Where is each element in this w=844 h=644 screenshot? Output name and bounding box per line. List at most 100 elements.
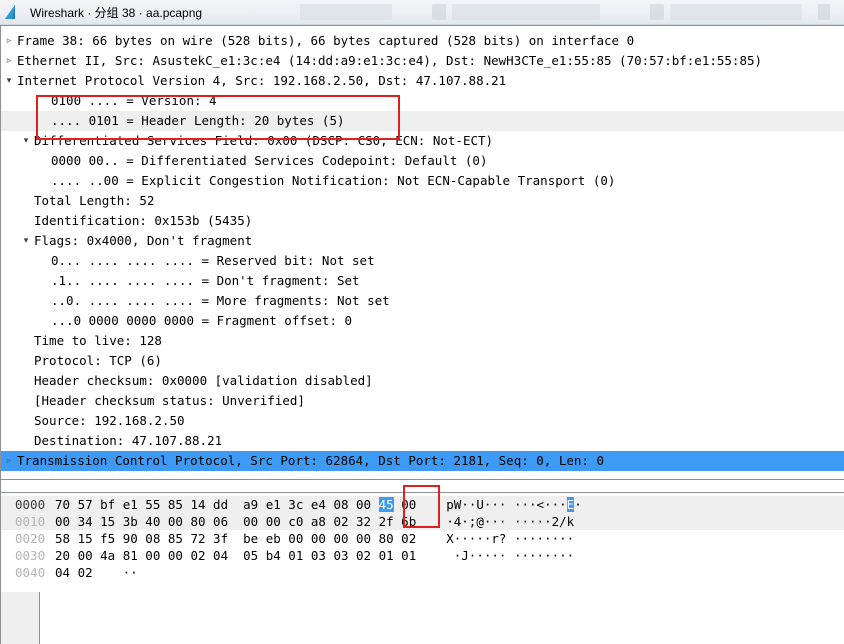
detail-tree-row[interactable]: Time to live: 128 [1,331,844,351]
pane-splitter[interactable] [0,479,844,492]
detail-tree-row-label: Protocol: TCP (6) [34,353,162,368]
hex-offset-label: 0040 [15,565,46,580]
hex-bytes-pre: 20 00 4a 81 00 00 02 04 05 b4 01 03 03 0… [55,548,417,563]
detail-tree-row-label: Header checksum: 0x0000 [validation disa… [34,373,373,388]
packet-bytes-pane[interactable]: 0000 70 57 bf e1 55 85 14 dd a9 e1 3c e4 … [0,485,844,592]
detail-tree-row[interactable]: ▹ Frame 38: 66 bytes on wire (528 bits), … [1,31,844,51]
detail-tree-row-label: Frame 38: 66 bytes on wire (528 bits), 6… [17,33,635,48]
background-window-ghost-2 [432,4,446,20]
detail-tree-row-label: Identification: 0x153b (5435) [34,213,253,228]
background-window-ghost-6 [818,4,830,20]
detail-tree-row[interactable]: .... 0101 = Header Length: 20 bytes (5) [1,111,844,131]
hex-ascii-pre: ·J····· ········ [446,548,575,563]
hex-bytes-pre: 58 15 f5 90 08 85 72 3f be eb 00 00 00 0… [55,531,417,546]
packet-detail-tree[interactable]: ▹ Frame 38: 66 bytes on wire (528 bits), … [1,31,844,471]
detail-tree-row[interactable]: Total Length: 52 [1,191,844,211]
background-window-ghost-5 [670,4,802,20]
hex-offset-label: 0010 [15,514,46,529]
background-window-ghost-4 [650,4,664,20]
background-window-ghost-3 [452,4,600,20]
detail-tree-row[interactable]: 0100 .... = Version: 4 [1,91,844,111]
window-title-bar: Wireshark · 分组 38 · aa.pcapng [0,0,844,25]
detail-tree-row[interactable]: ..0. .... .... .... = More fragments: No… [1,291,844,311]
detail-tree-row-label: .... 0101 = Header Length: 20 bytes (5) [51,113,345,128]
detail-tree-row[interactable]: Destination: 47.107.88.21 [1,431,844,451]
detail-tree-row[interactable]: ...0 0000 0000 0000 = Fragment offset: 0 [1,311,844,331]
detail-tree-row[interactable]: Header checksum: 0x0000 [validation disa… [1,371,844,391]
window-title: Wireshark · 分组 38 · aa.pcapng [30,5,203,20]
detail-tree-row[interactable]: 0... .... .... .... = Reserved bit: Not … [1,251,844,271]
hex-ascii[interactable]: ·J····· ········ [446,547,574,564]
hex-bytes[interactable]: 70 57 bf e1 55 85 14 dd a9 e1 3c e4 08 0… [55,496,416,513]
hex-bytes-pre: 04 02 [55,565,93,580]
detail-tree-row-label: ..0. .... .... .... = More fragments: No… [51,293,390,308]
chevron-down-icon[interactable]: ▾ [18,231,34,251]
detail-tree-row-label: [Header checksum status: Unverified] [34,393,305,408]
splitter-left-border [0,479,1,492]
status-area [0,592,844,644]
detail-tree-row-label: Internet Protocol Version 4, Src: 192.16… [17,73,507,88]
hex-offset-label: 0000 [15,497,46,512]
hex-dump-row[interactable]: 0020 58 15 f5 90 08 85 72 3f be eb 00 00 … [1,530,844,547]
hex-bytes[interactable]: 04 02 [55,564,93,581]
chevron-right-icon[interactable]: ▹ [1,51,17,71]
splitter-line [0,479,844,480]
detail-tree-row-label: Destination: 47.107.88.21 [34,433,223,448]
detail-tree-row-label: Transmission Control Protocol, Src Port:… [17,453,604,468]
hex-dump-row[interactable]: 0030 20 00 4a 81 00 00 02 04 05 b4 01 03 … [1,547,844,564]
hex-bytes[interactable]: 58 15 f5 90 08 85 72 3f be eb 00 00 00 0… [55,530,416,547]
chevron-down-icon[interactable]: ▾ [18,131,34,151]
detail-tree-row-label: Differentiated Services Field: 0x00 (DSC… [34,133,494,148]
detail-tree-row[interactable]: Identification: 0x153b (5435) [1,211,844,231]
detail-tree-row-label: Source: 192.168.2.50 [34,413,185,428]
detail-tree-row[interactable]: 0000 00.. = Differentiated Services Code… [1,151,844,171]
detail-tree-row-label: 0... .... .... .... = Reserved bit: Not … [51,253,375,268]
detail-tree-row[interactable]: ▾ Flags: 0x4000, Don't fragment [1,231,844,251]
hex-bytes[interactable]: 00 34 15 3b 40 00 80 06 00 00 c0 a8 02 3… [55,513,416,530]
hex-ascii-pre: ·4·;@··· ·····2/k [446,514,575,529]
hex-bytes-pre: 00 34 15 3b 40 00 80 06 00 00 c0 a8 02 3… [55,514,417,529]
detail-tree-row[interactable]: Source: 192.168.2.50 [1,411,844,431]
hex-bytes-post: 00 [393,497,417,512]
detail-tree-row[interactable]: ▾ Differentiated Services Field: 0x00 (DS… [1,131,844,151]
hex-ascii[interactable]: ·· [123,564,138,581]
chevron-right-icon[interactable]: ▹ [1,31,17,51]
hex-ascii-pre: ·· [122,565,138,580]
packet-details-pane[interactable]: ▹ Frame 38: 66 bytes on wire (528 bits), … [0,25,844,479]
hex-bytes-pre: 70 57 bf e1 55 85 14 dd a9 e1 3c e4 08 0… [55,497,379,512]
detail-tree-row-label: .1.. .... .... .... = Don't fragment: Se… [51,273,360,288]
hex-offset-label: 0030 [15,548,46,563]
detail-tree-row-label: Total Length: 52 [34,193,155,208]
hex-ascii-post: · [574,497,582,512]
hex-offset-label: 0020 [15,531,46,546]
detail-tree-row-label: .... ..00 = Explicit Congestion Notifica… [51,173,616,188]
background-window-ghost-1 [300,4,392,20]
hex-ascii[interactable]: pW··U··· ···<···E· [446,496,582,513]
detail-tree-row[interactable]: .... ..00 = Explicit Congestion Notifica… [1,171,844,191]
hex-dump-row[interactable]: 0000 70 57 bf e1 55 85 14 dd a9 e1 3c e4 … [1,496,844,513]
detail-tree-row-label: Ethernet II, Src: AsustekC_e1:3c:e4 (14:… [17,53,763,68]
detail-tree-row[interactable]: .1.. .... .... .... = Don't fragment: Se… [1,271,844,291]
hex-dump-row[interactable]: 0010 00 34 15 3b 40 00 80 06 00 00 c0 a8 … [1,513,844,530]
detail-tree-row-label: Flags: 0x4000, Don't fragment [34,233,253,248]
status-offset-column [1,592,39,644]
detail-tree-row-label: 0100 .... = Version: 4 [51,93,217,108]
chevron-right-icon[interactable]: ▹ [1,451,17,471]
hex-bytes[interactable]: 20 00 4a 81 00 00 02 04 05 b4 01 03 03 0… [55,547,416,564]
detail-tree-row[interactable]: Protocol: TCP (6) [1,351,844,371]
detail-tree-row[interactable]: ▹ Ethernet II, Src: AsustekC_e1:3c:e4 (14… [1,51,844,71]
status-divider [39,592,40,644]
detail-tree-row[interactable]: ▾ Internet Protocol Version 4, Src: 192.1… [1,71,844,91]
hex-dump-list[interactable]: 0000 70 57 bf e1 55 85 14 dd a9 e1 3c e4 … [1,496,844,581]
detail-tree-row-label: ...0 0000 0000 0000 = Fragment offset: 0 [51,313,353,328]
pane-top-border [0,25,844,26]
hex-dump-row[interactable]: 0040 04 02 ·· [1,564,844,581]
chevron-down-icon[interactable]: ▾ [1,71,17,91]
hex-pane-top-border [0,492,844,493]
hex-byte-selected[interactable]: 45 [378,497,394,512]
detail-tree-row-label: 0000 00.. = Differentiated Services Code… [51,153,488,168]
detail-tree-row[interactable]: ▹ Transmission Control Protocol, Src Port… [1,451,844,471]
detail-tree-row[interactable]: [Header checksum status: Unverified] [1,391,844,411]
hex-ascii[interactable]: ·4·;@··· ·····2/k [446,513,574,530]
hex-ascii[interactable]: X·····r? ········ [446,530,574,547]
